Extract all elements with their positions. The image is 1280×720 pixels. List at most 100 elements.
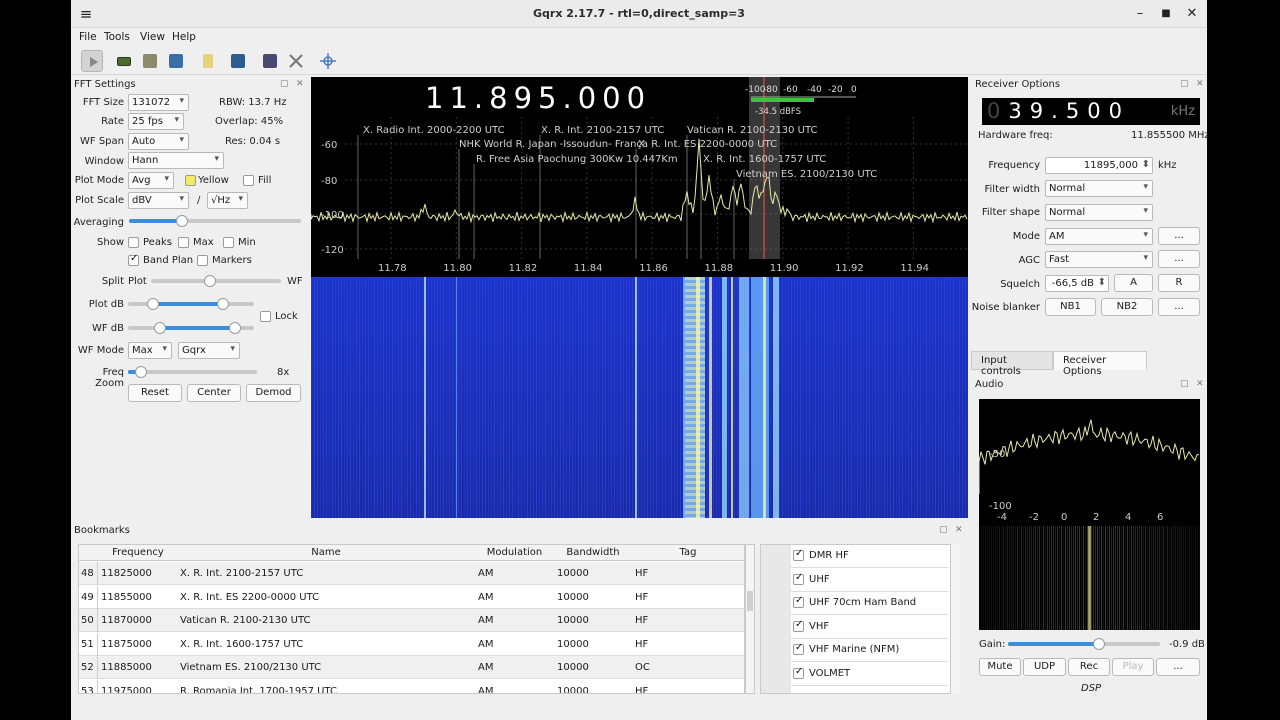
open-file-button[interactable]: [139, 50, 161, 72]
plot-scale-select[interactable]: dBV: [128, 192, 189, 209]
start-dsp-button[interactable]: [81, 50, 103, 72]
waterfall[interactable]: [311, 277, 968, 518]
squelch-reset-button[interactable]: R: [1158, 274, 1200, 292]
mode-select[interactable]: AM: [1045, 228, 1153, 245]
reset-button[interactable]: Reset: [128, 384, 182, 402]
tags-scrollbar[interactable]: [950, 544, 960, 694]
center-button[interactable]: Center: [187, 384, 241, 402]
lcd-digit[interactable]: 3: [1008, 99, 1029, 123]
plot-mode-select[interactable]: Avg: [128, 172, 174, 189]
wf-db-range-slider[interactable]: [128, 322, 254, 334]
dock-close-icon[interactable]: ✕: [296, 79, 304, 89]
spectrum-plot[interactable]: 11.895.000 -60 -80 -100 -120 11.78 11.80 11.82…: [311, 77, 968, 277]
demod-button[interactable]: Demod: [246, 384, 301, 402]
averaging-knob[interactable]: [176, 215, 189, 227]
bookmarks-scroll-thumb[interactable]: [747, 591, 753, 611]
iq-tool-button[interactable]: [227, 50, 249, 72]
plot-per-select[interactable]: √Hz: [207, 192, 248, 209]
menu-tools[interactable]: Tools: [104, 31, 130, 43]
tag-item[interactable]: UHF 70cm Ham Band: [791, 592, 948, 615]
tag-checkbox[interactable]: [793, 595, 804, 608]
filter-width-select[interactable]: Normal: [1045, 180, 1153, 197]
wf-span-select[interactable]: Auto: [128, 133, 189, 150]
filter-shape-select[interactable]: Normal: [1045, 204, 1153, 221]
nb2-button[interactable]: NB2: [1101, 298, 1153, 316]
lcd-digit[interactable]: 5: [1066, 99, 1087, 123]
col-tag[interactable]: Tag: [632, 547, 744, 558]
col-bandwidth[interactable]: Bandwidth: [554, 547, 632, 558]
audio-close-icon[interactable]: ✕: [1196, 379, 1204, 389]
fft-size-select[interactable]: 131072: [128, 94, 189, 111]
tab-receiver-options[interactable]: Receiver Options: [1053, 351, 1147, 377]
table-row[interactable]: 50 11870000 Vatican R. 2100-2130 UTC AM 1000…: [79, 609, 744, 632]
audio-waterfall[interactable]: [979, 526, 1200, 630]
bookmark-button[interactable]: [197, 50, 219, 72]
rate-select[interactable]: 25 fps: [128, 113, 184, 130]
nb-options-button[interactable]: ...: [1158, 298, 1200, 316]
receiver-close-icon[interactable]: ✕: [1196, 79, 1204, 89]
plot-db-range-slider[interactable]: [128, 298, 254, 310]
settings-button[interactable]: [285, 50, 307, 72]
tag-checkbox[interactable]: [793, 666, 804, 679]
peaks-checkbox[interactable]: [128, 237, 139, 248]
tag-checkbox[interactable]: [793, 619, 804, 632]
audio-options-button[interactable]: ...: [1156, 658, 1200, 676]
tag-item[interactable]: VOLMET: [791, 663, 948, 686]
freq-zoom-slider[interactable]: [128, 366, 257, 378]
gain-slider[interactable]: [1008, 638, 1160, 650]
averaging-slider[interactable]: [129, 215, 301, 227]
audio-float-icon[interactable]: ▢: [1180, 379, 1189, 389]
lcd-digit[interactable]: 0: [987, 99, 1008, 123]
gain-knob[interactable]: [1093, 638, 1106, 650]
menu-view[interactable]: View: [140, 31, 165, 43]
agc-options-button[interactable]: ...: [1158, 250, 1200, 268]
frequency-spinbox[interactable]: 11895,000: [1045, 157, 1153, 174]
tag-item[interactable]: VHF: [791, 616, 948, 639]
udp-button[interactable]: UDP: [1023, 658, 1066, 676]
col-frequency[interactable]: Frequency: [99, 547, 177, 558]
receiver-float-icon[interactable]: ▢: [1180, 79, 1189, 89]
bookmarks-scrollbar[interactable]: [745, 544, 755, 694]
lcd-digit[interactable]: 0: [1109, 99, 1130, 123]
tag-item[interactable]: VHF Marine (NFM): [791, 639, 948, 662]
lcd-digit[interactable]: .: [1051, 99, 1066, 123]
audio-fft-plot[interactable]: -50 -100 -4 -2 0 2 4 6: [979, 399, 1200, 526]
bookmarks-float-icon[interactable]: ▢: [939, 525, 948, 535]
split-slider[interactable]: [151, 275, 281, 287]
col-modulation[interactable]: Modulation: [475, 547, 554, 558]
table-row[interactable]: 49 11855000 X. R. Int. ES 2200-0000 UTC AM 1…: [79, 585, 744, 609]
tab-input-controls[interactable]: Input controls: [971, 351, 1053, 377]
mode-options-button[interactable]: ...: [1158, 227, 1200, 245]
tag-checkbox[interactable]: [793, 548, 804, 561]
fill-checkbox[interactable]: [243, 175, 254, 186]
table-row[interactable]: 52 11885000 Vietnam ES. 2100/2130 UTC AM 100…: [79, 656, 744, 679]
colormap-select[interactable]: Gqrx: [178, 342, 240, 359]
table-row[interactable]: 53 11975000 R. Romania Int. 1700-1957 UTC A…: [79, 679, 744, 693]
plot-color-swatch[interactable]: [185, 175, 196, 186]
tag-item[interactable]: UHF: [791, 569, 948, 592]
remote-control-button[interactable]: [259, 50, 281, 72]
menu-file[interactable]: File: [79, 31, 97, 43]
tag-item[interactable]: DMR HF: [791, 545, 948, 568]
band-plan-checkbox[interactable]: [128, 253, 139, 266]
min-checkbox[interactable]: [223, 237, 234, 248]
col-name[interactable]: Name: [177, 547, 475, 558]
split-knob[interactable]: [203, 275, 216, 287]
tag-checkbox[interactable]: [793, 572, 804, 585]
close-icon[interactable]: ✕: [1183, 6, 1201, 22]
bookmarks-close-icon[interactable]: ✕: [955, 525, 963, 535]
mute-button[interactable]: Mute: [979, 658, 1021, 676]
max-checkbox[interactable]: [178, 237, 189, 248]
rec-button[interactable]: Rec: [1068, 658, 1110, 676]
squelch-auto-button[interactable]: A: [1114, 274, 1153, 292]
device-config-button[interactable]: [113, 50, 135, 72]
wf-db-high-knob[interactable]: [229, 322, 242, 334]
maximize-icon[interactable]: ■: [1157, 6, 1175, 22]
markers-checkbox[interactable]: [197, 255, 208, 266]
filter-offset-lcd[interactable]: 039.500 kHz: [982, 98, 1200, 125]
minimize-icon[interactable]: –: [1131, 6, 1149, 22]
agc-select[interactable]: Fast: [1045, 251, 1153, 268]
dock-float-icon[interactable]: ▢: [280, 79, 289, 89]
squelch-spinbox[interactable]: -66,5 dB: [1045, 275, 1109, 292]
wf-mode-select[interactable]: Max: [128, 342, 172, 359]
